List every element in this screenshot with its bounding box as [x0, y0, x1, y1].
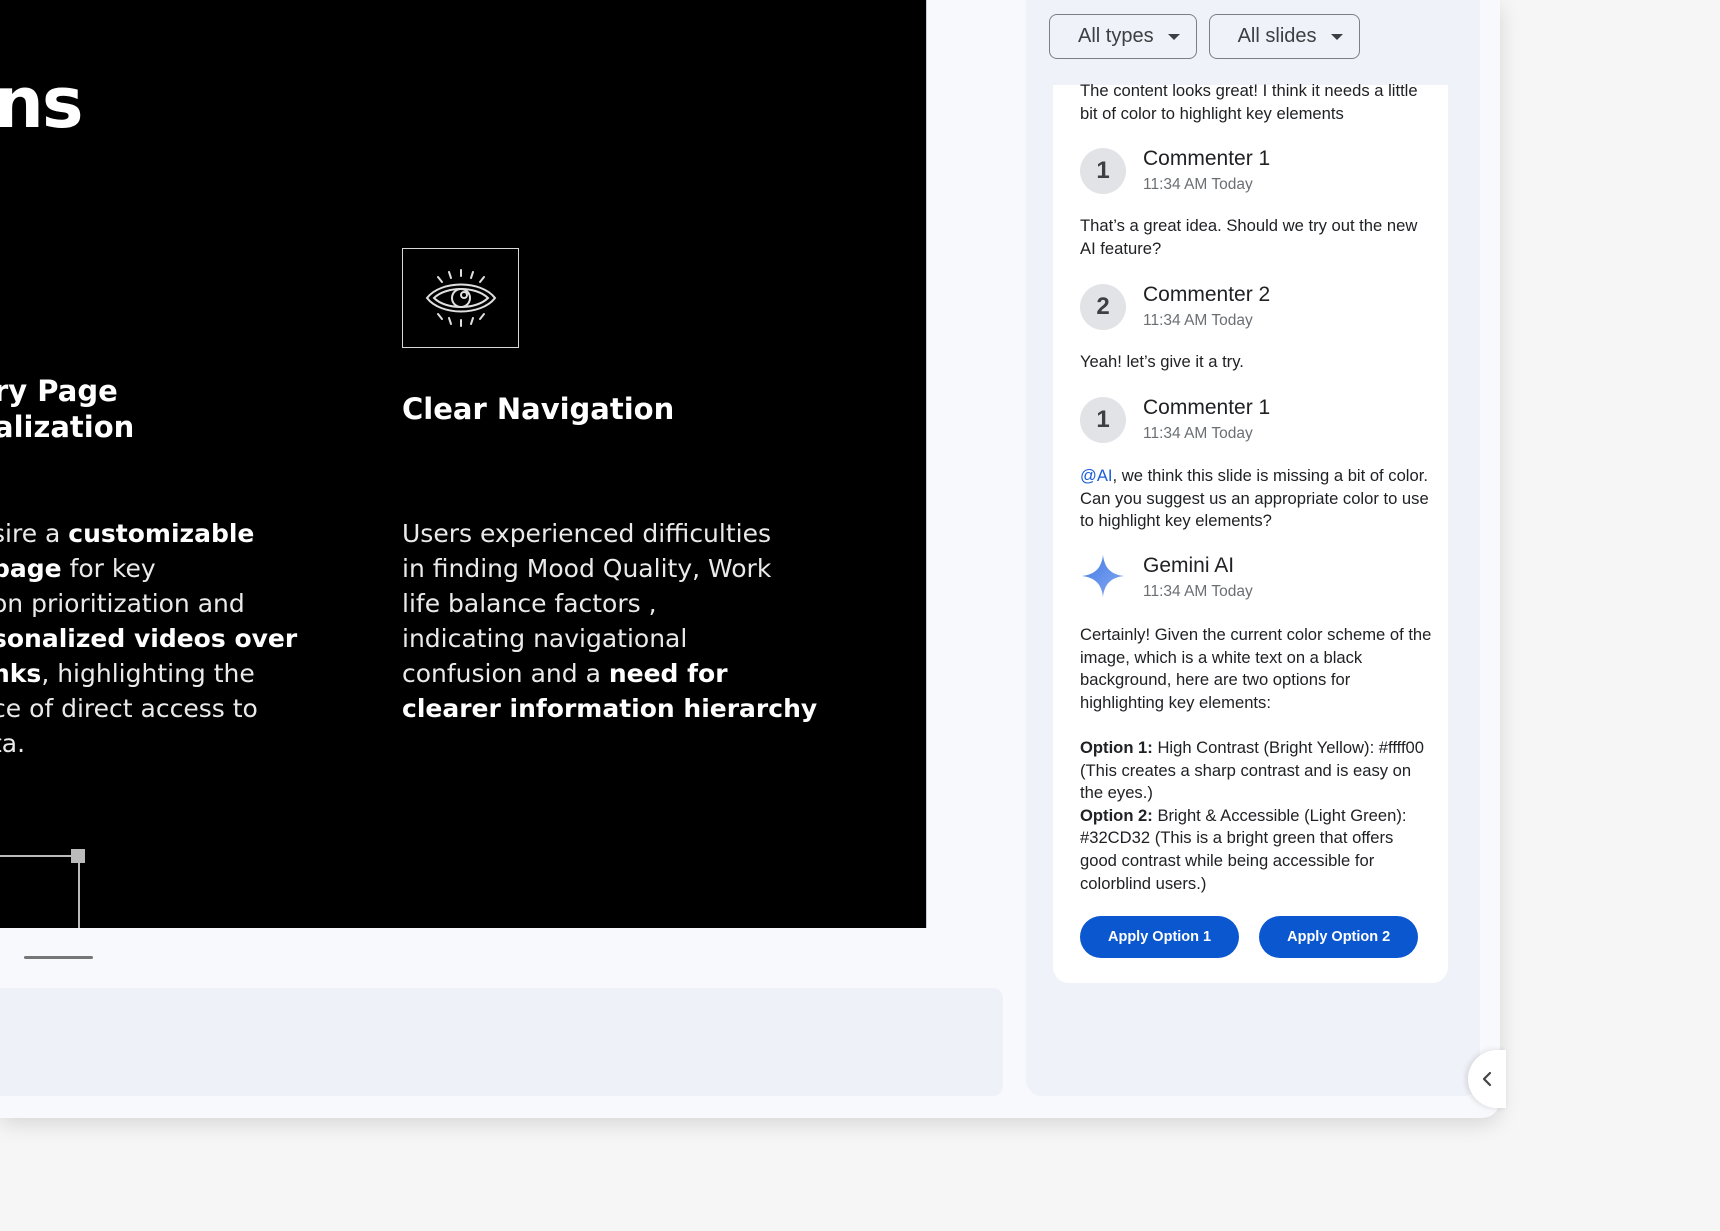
comment-message: That’s a great idea. Should we try out t…	[1080, 216, 1418, 258]
speaker-notes-area[interactable]	[0, 988, 1003, 1096]
comment-filters: All types All slides	[1049, 14, 1360, 59]
body-text: in finding Mood Quality, Work	[402, 554, 772, 583]
feature-body-line: life balance factors ,	[402, 586, 817, 621]
emphasis-text: page	[0, 554, 62, 583]
body-text: Users experienced difficulties	[402, 519, 772, 548]
comment-message: The content looks great! I think it need…	[1080, 81, 1418, 123]
filter-slides-label: All slides	[1237, 25, 1317, 47]
connector-line	[0, 855, 78, 857]
comment-message: @AI, we think this slide is missing a bi…	[1080, 465, 1432, 533]
option-label: Option 2:	[1080, 805, 1153, 825]
avatar: 2	[1080, 284, 1126, 330]
body-text: indicating navigational	[402, 624, 688, 653]
feature-body-line: nks, highlighting the	[0, 656, 297, 691]
emphasis-text: clearer information hierarchy	[402, 694, 818, 723]
filmstrip-scroll-indicator[interactable]	[24, 956, 93, 959]
apply-option-1-button[interactable]: Apply Option 1	[1080, 916, 1240, 958]
feature-body-line: indicating navigational	[402, 621, 817, 656]
body-text: , highlighting the	[41, 659, 255, 688]
ai-response: Certainly! Given the current color schem…	[1080, 624, 1432, 895]
filter-types-label: All types	[1078, 25, 1154, 47]
feature-body-line: Users experienced difficulties	[402, 516, 817, 551]
feature-body-line: ce of direct access to	[0, 691, 297, 726]
feature-body-line: on prioritization and	[0, 586, 297, 621]
feature-body-right: Users experienced difficulties in finding…	[402, 516, 817, 726]
author-name: Commenter 2	[1143, 283, 1271, 306]
chevron-left-icon	[1482, 1071, 1492, 1087]
comment-timestamp: 11:34 AM Today	[1143, 176, 1253, 193]
avatar: 1	[1080, 397, 1126, 443]
feature-body-line: in finding Mood Quality, Work	[402, 551, 817, 586]
ai-option-1: Option 1: High Contrast (Bright Yellow):…	[1080, 737, 1432, 805]
apply-buttons: Apply Option 1 Apply Option 2	[1080, 916, 1419, 958]
body-text: on prioritization and	[0, 589, 245, 618]
feature-body-line: ta.	[0, 726, 297, 761]
comment-author: 1 Commenter 1 11:34 AM Today	[1080, 146, 1270, 196]
comment-author-ai: Gemini AI 11:34 AM Today	[1080, 553, 1253, 603]
body-text: life balance factors ,	[402, 589, 657, 618]
caret-down-icon	[1167, 33, 1180, 40]
body-text: sire a	[0, 519, 61, 548]
comments-panel: All types All slides The content looks g…	[1026, 0, 1480, 1096]
feature-body-line: confusion and a need for	[402, 656, 817, 691]
gemini-sparkle-icon	[1080, 553, 1126, 599]
filter-types-dropdown[interactable]: All types	[1049, 14, 1197, 59]
eye-icon-frame	[402, 248, 519, 348]
ai-option-2: Option 2: Bright & Accessible (Light Gre…	[1080, 805, 1432, 895]
feature-body-line: sonalized videos over	[0, 621, 297, 656]
feature-body-line: clearer information hierarchy	[402, 691, 817, 726]
comment-author: 1 Commenter 1 11:34 AM Today	[1080, 395, 1270, 445]
feature-body-line: page for key	[0, 551, 297, 586]
feature-body-line: sire a customizable	[0, 516, 297, 551]
filter-slides-dropdown[interactable]: All slides	[1208, 14, 1360, 59]
avatar: 1	[1080, 148, 1126, 194]
ai-mention-link[interactable]: @AI	[1080, 466, 1113, 485]
author-name: Commenter 1	[1143, 396, 1271, 419]
slide-canvas[interactable]: ns ry Page alization sire a customizable…	[0, 0, 927, 928]
apply-option-2-button[interactable]: Apply Option 2	[1259, 916, 1419, 958]
emphasis-text: sonalized videos over	[0, 624, 298, 653]
emphasis-text: customizable	[68, 519, 255, 548]
body-text: ta.	[0, 729, 26, 758]
author-name: Gemini AI	[1143, 554, 1235, 577]
connector-line	[78, 855, 80, 928]
body-text: confusion and a	[402, 659, 609, 688]
emphasis-text: need for	[608, 659, 728, 688]
emphasis-text: nks	[0, 659, 42, 688]
comment-message: Yeah! let’s give it a try.	[1080, 352, 1244, 371]
caret-down-icon	[1330, 33, 1343, 40]
feature-body-left: sire a customizablepage for keyon priori…	[0, 516, 297, 761]
ai-intro: Certainly! Given the current color schem…	[1080, 625, 1432, 712]
comment-timestamp: 11:34 AM Today	[1143, 312, 1253, 329]
comment-timestamp: 11:34 AM Today	[1143, 583, 1253, 600]
app-window: ns ry Page alization sire a customizable…	[0, 0, 1506, 1118]
resize-handle[interactable]	[71, 849, 85, 863]
feature-heading-line: alization	[0, 410, 135, 444]
eye-icon	[425, 269, 496, 327]
body-text: for key	[61, 554, 156, 583]
slide-title: ns	[0, 62, 83, 144]
comment-text: , we think this slide is missing a bit o…	[1080, 466, 1429, 531]
feature-heading-line: ry Page	[0, 374, 118, 408]
body-text: ce of direct access to	[0, 694, 258, 723]
feature-heading-left: ry Page alization	[0, 373, 134, 445]
comment-author: 2 Commenter 2 11:34 AM Today	[1080, 282, 1270, 332]
feature-heading-right: Clear Navigation	[402, 392, 675, 426]
author-name: Commenter 1	[1143, 147, 1271, 170]
option-label: Option 1:	[1080, 737, 1153, 757]
comment-timestamp: 11:34 AM Today	[1143, 425, 1253, 442]
comment-thread[interactable]: The content looks great! I think it need…	[1053, 81, 1448, 983]
